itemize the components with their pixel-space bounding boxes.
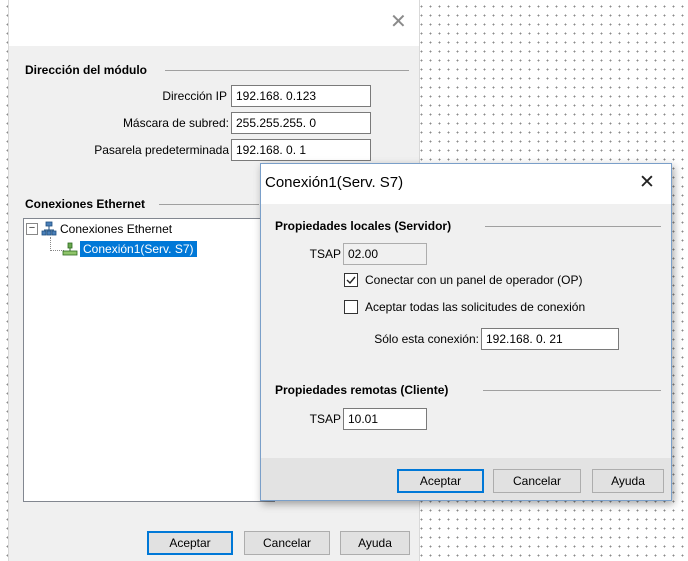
ok-button[interactable]: Aceptar bbox=[397, 469, 484, 493]
gateway-input[interactable]: 192.168. 0. 1 bbox=[231, 139, 371, 161]
only-connection-label: Sólo esta conexión: bbox=[374, 332, 479, 346]
close-icon[interactable]: ✕ bbox=[639, 173, 655, 192]
ok-button[interactable]: Aceptar bbox=[147, 531, 233, 555]
only-connection-input[interactable]: 192.168. 0. 21 bbox=[481, 328, 619, 350]
group-divider bbox=[483, 390, 661, 391]
connections-tree[interactable]: − Conexiones Ethernet Conexión1(Serv. S7… bbox=[23, 218, 275, 502]
group-divider bbox=[159, 204, 259, 205]
main-dialog-title-bar bbox=[9, 0, 419, 46]
connection-icon bbox=[62, 241, 78, 260]
connection-properties-dialog: Conexión1(Serv. S7) ✕ Propiedades locale… bbox=[260, 163, 672, 501]
tree-connector bbox=[50, 237, 51, 251]
tree-item-connection1[interactable]: Conexión1(Serv. S7) bbox=[80, 241, 197, 257]
gateway-label: Pasarela predeterminada bbox=[94, 143, 229, 157]
remote-tsap-label: TSAP bbox=[309, 412, 341, 426]
subnet-mask-label: Máscara de subred: bbox=[122, 116, 229, 130]
help-button[interactable]: Ayuda bbox=[592, 469, 664, 493]
accept-all-checkbox-label[interactable]: Aceptar todas las solicitudes de conexió… bbox=[365, 299, 585, 315]
local-tsap-input[interactable]: 02.00 bbox=[343, 243, 427, 265]
local-tsap-label: TSAP bbox=[309, 247, 341, 261]
tree-root-label[interactable]: Conexiones Ethernet bbox=[60, 221, 172, 237]
remote-properties-group-title: Propiedades remotas (Cliente) bbox=[275, 383, 449, 397]
checkmark-icon bbox=[346, 276, 356, 285]
module-address-group-title: Dirección del módulo bbox=[25, 63, 148, 77]
ethernet-group-title: Conexiones Ethernet bbox=[25, 197, 146, 211]
subnet-mask-input[interactable]: 255.255.255. 0 bbox=[231, 112, 371, 134]
op-panel-checkbox-label[interactable]: Conectar con un panel de operador (OP) bbox=[365, 272, 582, 288]
help-button[interactable]: Ayuda bbox=[340, 531, 410, 555]
close-icon[interactable]: ✕ bbox=[390, 12, 407, 32]
connection-dialog-title: Conexión1(Serv. S7) bbox=[265, 174, 404, 191]
ip-label: Dirección IP bbox=[162, 89, 227, 103]
ip-address-input[interactable]: 192.168. 0.123 bbox=[231, 85, 371, 107]
accept-all-checkbox[interactable] bbox=[344, 300, 358, 314]
cancel-button[interactable]: Cancelar bbox=[244, 531, 330, 555]
cancel-button[interactable]: Cancelar bbox=[493, 469, 581, 493]
network-tree-icon bbox=[41, 221, 57, 240]
local-properties-group-title: Propiedades locales (Servidor) bbox=[275, 219, 452, 233]
group-divider bbox=[485, 226, 661, 227]
remote-tsap-input[interactable]: 10.01 bbox=[343, 408, 427, 430]
group-divider bbox=[165, 70, 409, 71]
tree-collapse-icon[interactable]: − bbox=[26, 223, 38, 235]
op-panel-checkbox[interactable] bbox=[344, 273, 358, 287]
